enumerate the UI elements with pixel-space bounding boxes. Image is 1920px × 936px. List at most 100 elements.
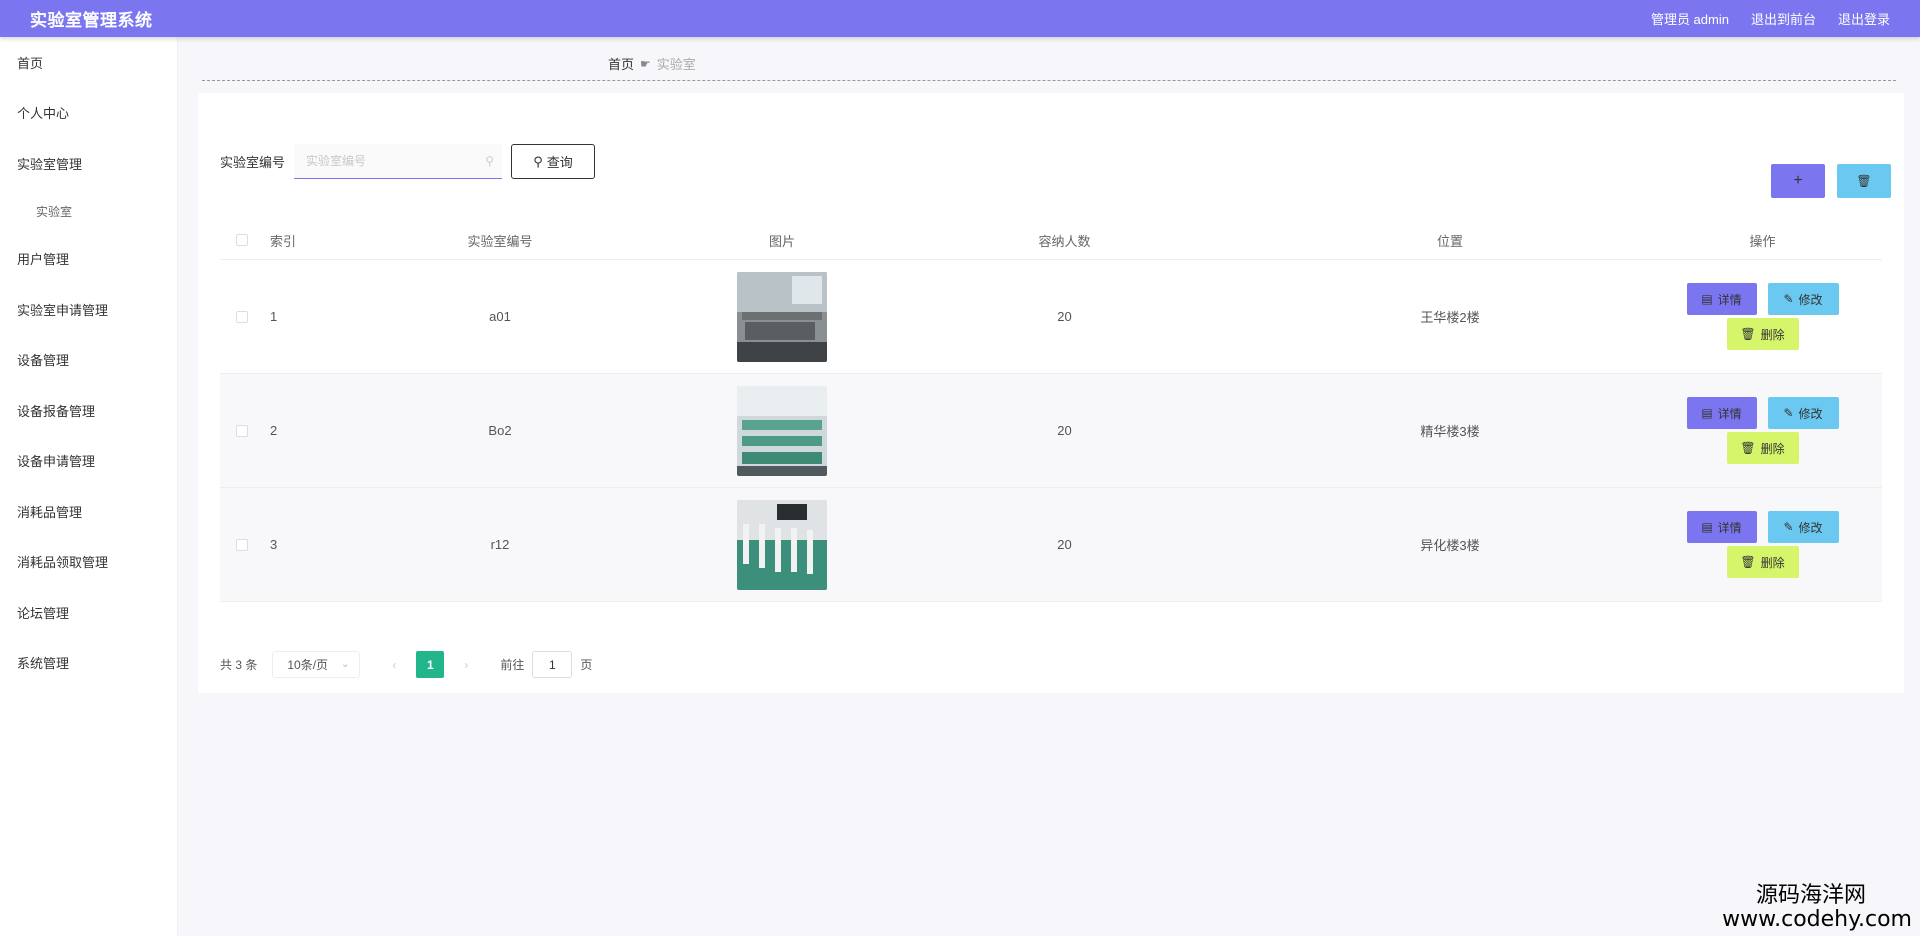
breadcrumb-separator-icon: ☛ xyxy=(640,56,651,71)
search-icon: ⚲ xyxy=(485,154,495,168)
sidebar-item-user-management[interactable]: 用户管理 xyxy=(0,234,177,285)
search-label: 实验室编号 xyxy=(220,155,286,170)
lab-table: 索引 实验室编号 图片 容纳人数 位置 操作 1 a01 20 王华楼2楼 ▤ … xyxy=(220,221,1882,602)
lab-photo[interactable] xyxy=(737,271,827,362)
sidebar-item-system[interactable]: 系统管理 xyxy=(0,638,177,689)
trash-icon: 🗑 xyxy=(1856,174,1872,188)
row-checkbox[interactable] xyxy=(236,310,248,323)
breadcrumb: 首页 ☛ 实验室 xyxy=(608,54,696,73)
page-number-current[interactable]: 1 xyxy=(416,651,445,678)
cell-capacity: 20 xyxy=(1057,309,1072,324)
content-card: 实验室编号 ⚲ ⚲ 查询 + 🗑 索引 实验室编号 图片 容纳人数 位置 xyxy=(198,93,1904,693)
edit-button[interactable]: ✎ 修改 xyxy=(1767,397,1839,429)
search-input[interactable] xyxy=(294,144,503,178)
chevron-down-icon: ⌄ xyxy=(340,659,350,670)
cell-code: Bo2 xyxy=(488,423,512,438)
document-icon: ▤ xyxy=(1701,406,1713,420)
col-image: 图片 xyxy=(768,233,795,249)
table-row: 1 a01 20 王华楼2楼 ▤ 详情 ✎ 修改 🗑 删除 xyxy=(220,260,1882,374)
plus-icon: + xyxy=(1793,172,1803,189)
row-checkbox[interactable] xyxy=(236,424,248,437)
app-title: 实验室管理系统 xyxy=(30,11,153,30)
cell-index: 2 xyxy=(270,423,278,438)
delete-button[interactable]: 🗑 删除 xyxy=(1726,318,1799,350)
page-size-select[interactable]: 10条/页 ⌄ xyxy=(272,651,361,678)
detail-label: 详情 xyxy=(1717,520,1742,535)
edit-button[interactable]: ✎ 修改 xyxy=(1767,283,1839,315)
to-front-link[interactable]: 退出到前台 xyxy=(1751,9,1816,28)
sidebar-item-label: 系统管理 xyxy=(17,656,70,672)
watermark: 源码海洋网 www.codehy.com xyxy=(1722,883,1912,932)
row-checkbox[interactable] xyxy=(236,538,248,551)
row-actions: ▤ 详情 ✎ 修改 🗑 删除 xyxy=(1643,511,1882,578)
edit-icon: ✎ xyxy=(1783,406,1794,420)
detail-button[interactable]: ▤ 详情 xyxy=(1686,283,1757,315)
delete-label: 删除 xyxy=(1760,555,1785,570)
sidebar-item-consumables[interactable]: 消耗品管理 xyxy=(0,486,177,537)
cell-index: 3 xyxy=(270,537,278,552)
col-location: 位置 xyxy=(1436,233,1463,249)
document-icon: ▤ xyxy=(1701,292,1713,306)
batch-delete-button[interactable]: 🗑 xyxy=(1837,164,1891,198)
delete-label: 删除 xyxy=(1760,441,1785,456)
sidebar-item-lab-application[interactable]: 实验室申请管理 xyxy=(0,284,177,335)
sidebar-item-label: 论坛管理 xyxy=(17,605,70,621)
sidebar-item-lab-management[interactable]: 实验室管理 xyxy=(0,138,177,189)
total-count: 共 3 条 xyxy=(220,658,258,672)
detail-label: 详情 xyxy=(1717,292,1742,307)
sidebar-item-equipment-application[interactable]: 设备申请管理 xyxy=(0,436,177,487)
cell-location: 精华楼3楼 xyxy=(1420,424,1480,439)
select-all-checkbox[interactable] xyxy=(236,234,248,246)
col-code: 实验室编号 xyxy=(467,233,533,249)
pagination: 共 3 条 10条/页 ⌄ ‹ 1 › 前往 页 xyxy=(220,651,592,678)
goto-page-input[interactable] xyxy=(532,651,573,678)
sidebar-item-forum[interactable]: 论坛管理 xyxy=(0,587,177,638)
search-form: 实验室编号 ⚲ ⚲ 查询 xyxy=(220,144,596,179)
sidebar-item-equipment-report[interactable]: 设备报备管理 xyxy=(0,385,177,436)
sidebar-item-label: 消耗品管理 xyxy=(17,504,83,520)
sidebar-item-equipment[interactable]: 设备管理 xyxy=(0,335,177,386)
sidebar-item-label: 个人中心 xyxy=(17,106,70,122)
goto-label: 前往 xyxy=(500,658,525,672)
document-icon: ▤ xyxy=(1701,520,1713,534)
edit-icon: ✎ xyxy=(1783,520,1794,534)
cell-location: 异化楼3楼 xyxy=(1420,538,1480,553)
table-header: 索引 实验室编号 图片 容纳人数 位置 操作 xyxy=(220,221,1882,260)
detail-button[interactable]: ▤ 详情 xyxy=(1686,397,1757,429)
edit-label: 修改 xyxy=(1798,520,1823,535)
search-field: ⚲ xyxy=(294,144,503,179)
detail-button[interactable]: ▤ 详情 xyxy=(1686,511,1757,543)
add-button[interactable]: + xyxy=(1771,164,1825,198)
cell-code: r12 xyxy=(490,537,510,552)
col-capacity: 容纳人数 xyxy=(1038,233,1091,249)
sidebar-item-home[interactable]: 首页 xyxy=(0,37,177,88)
delete-button[interactable]: 🗑 删除 xyxy=(1726,546,1799,578)
top-header: 实验室管理系统 管理员 admin 退出到前台 退出登录 xyxy=(0,0,1920,37)
sidebar: 首页 个人中心 实验室管理 实验室 用户管理 实验室申请管理 设备管理 设备报备… xyxy=(0,37,178,936)
delete-button[interactable]: 🗑 删除 xyxy=(1726,432,1799,464)
sidebar-item-label: 设备管理 xyxy=(17,353,70,369)
sidebar-item-label: 实验室管理 xyxy=(17,156,83,172)
trash-icon: 🗑 xyxy=(1740,555,1756,569)
sidebar-item-profile[interactable]: 个人中心 xyxy=(0,88,177,139)
cell-code: a01 xyxy=(489,309,511,324)
trash-icon: 🗑 xyxy=(1740,327,1756,341)
query-button[interactable]: ⚲ 查询 xyxy=(511,144,596,179)
cell-location: 王华楼2楼 xyxy=(1420,310,1480,325)
logout-link[interactable]: 退出登录 xyxy=(1838,9,1890,28)
divider xyxy=(202,80,1896,81)
prev-page-button[interactable]: ‹ xyxy=(380,651,408,678)
cell-index: 1 xyxy=(270,309,278,324)
goto-suffix: 页 xyxy=(580,658,593,672)
breadcrumb-home[interactable]: 首页 xyxy=(608,54,634,73)
sidebar-subitem-lab[interactable]: 实验室 xyxy=(0,189,177,234)
edit-label: 修改 xyxy=(1798,406,1823,421)
row-actions: ▤ 详情 ✎ 修改 🗑 删除 xyxy=(1643,397,1882,464)
edit-button[interactable]: ✎ 修改 xyxy=(1767,511,1839,543)
sidebar-item-label: 设备报备管理 xyxy=(17,403,96,419)
lab-photo[interactable] xyxy=(737,499,827,590)
lab-photo[interactable] xyxy=(737,385,827,476)
next-page-button[interactable]: › xyxy=(452,651,480,678)
sidebar-item-consumables-pickup[interactable]: 消耗品领取管理 xyxy=(0,537,177,588)
sidebar-item-label: 实验室 xyxy=(36,204,73,219)
